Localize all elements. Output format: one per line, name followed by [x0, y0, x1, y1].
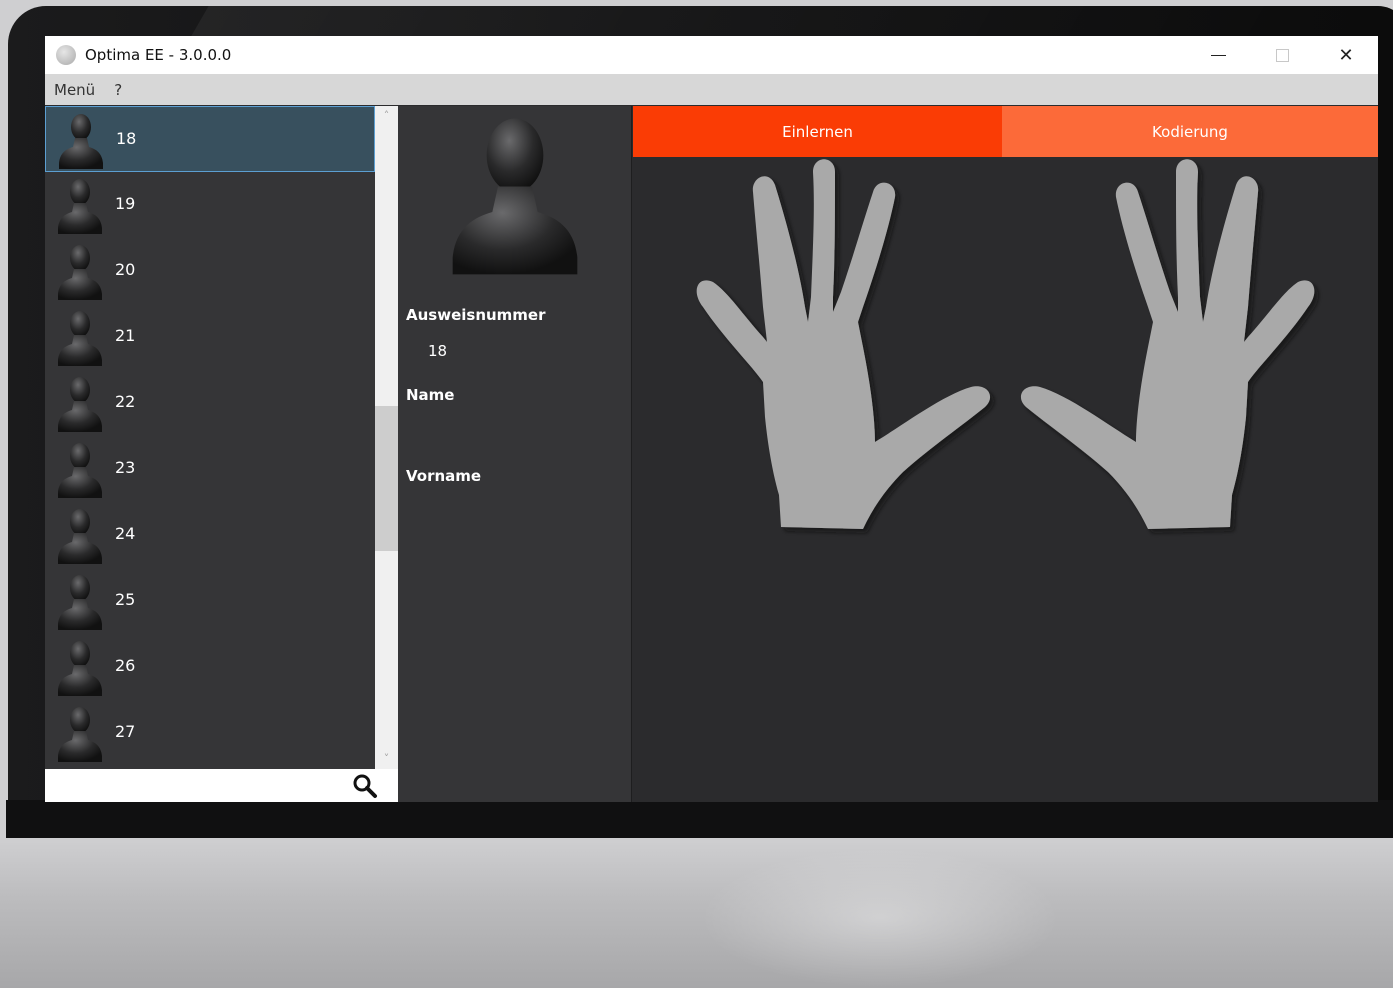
user-avatar-icon [58, 377, 102, 432]
menu-item-menu[interactable]: Menü [54, 81, 95, 99]
close-button[interactable]: ✕ [1314, 36, 1378, 74]
app-window: Optima EE - 3.0.0.0 ✕ Menü ? 18 19 20 21 [45, 36, 1378, 802]
scroll-down-icon[interactable]: ˅ [375, 749, 398, 769]
menu-bar: Menü ? [45, 74, 1378, 105]
list-item[interactable]: 23 [45, 436, 375, 502]
right-hand-icon[interactable] [1020, 159, 1315, 529]
user-details: Ausweisnummer 18 Name Vorname [398, 106, 632, 802]
app-logo-icon [56, 45, 76, 65]
window-title: Optima EE - 3.0.0.0 [85, 46, 232, 64]
close-icon: ✕ [1338, 44, 1354, 66]
list-item-label: 24 [115, 524, 136, 543]
name-label: Name [406, 386, 455, 404]
list-item[interactable]: 26 [45, 634, 375, 700]
user-avatar-icon [58, 641, 102, 696]
bezel-shine [191, 6, 1309, 36]
user-avatar-icon [59, 114, 103, 169]
user-avatar-icon [58, 179, 102, 234]
tab-encoding[interactable]: Kodierung [1002, 106, 1378, 157]
list-item[interactable]: 20 [45, 238, 375, 304]
maximize-button[interactable] [1250, 36, 1314, 74]
list-item-label: 26 [115, 656, 136, 675]
id-number-value: 18 [428, 342, 448, 360]
id-number-label: Ausweisnummer [406, 306, 546, 324]
scroll-up-icon[interactable]: ˄ [375, 106, 398, 126]
chin-reflection [700, 848, 1060, 988]
user-avatar-icon [58, 443, 102, 498]
window-controls: ✕ [1186, 36, 1378, 74]
list-item-label: 22 [115, 392, 136, 411]
hands-diagram [696, 159, 1315, 529]
scroll-thumb[interactable] [375, 406, 398, 551]
list-item-label: 25 [115, 590, 136, 609]
monitor-bottom-edge [6, 800, 1393, 840]
title-bar: Optima EE - 3.0.0.0 ✕ [45, 36, 1378, 74]
list-item[interactable]: 24 [45, 502, 375, 568]
list-item-label: 27 [115, 722, 136, 741]
search-icon[interactable] [352, 773, 378, 799]
list-item[interactable]: 22 [45, 370, 375, 436]
monitor-chin [0, 838, 1393, 988]
left-hand-icon[interactable] [696, 159, 991, 529]
firstname-label: Vorname [406, 467, 482, 485]
minimize-button[interactable] [1186, 36, 1250, 74]
maximize-icon [1275, 48, 1289, 62]
tab-enroll[interactable]: Einlernen [633, 106, 1002, 157]
list-item[interactable]: 27 [45, 700, 375, 766]
search-box [45, 769, 398, 802]
list-item-label: 23 [115, 458, 136, 477]
minimize-icon [1210, 54, 1226, 56]
list-item[interactable]: 18 [45, 106, 375, 172]
user-avatar-icon [58, 575, 102, 630]
list-item[interactable]: 21 [45, 304, 375, 370]
user-avatar-icon [58, 509, 102, 564]
user-avatar-icon [58, 707, 102, 762]
list-scrollbar[interactable]: ˄ ˅ [375, 106, 398, 769]
user-avatar-icon [58, 311, 102, 366]
list-item-label: 20 [115, 260, 136, 279]
menu-item-help[interactable]: ? [114, 81, 122, 99]
list-item[interactable]: 25 [45, 568, 375, 634]
fingerprint-panel: Einlernen Kodierung [633, 106, 1378, 802]
user-avatar-large-icon [452, 118, 578, 275]
list-item-label: 19 [115, 194, 136, 213]
user-list: 18 19 20 21 22 23 24 25 26 27 [45, 106, 375, 769]
list-item-label: 18 [116, 129, 137, 148]
search-input[interactable] [51, 773, 346, 798]
user-avatar-icon [58, 245, 102, 300]
list-item[interactable]: 19 [45, 172, 375, 238]
list-item-label: 21 [115, 326, 136, 345]
